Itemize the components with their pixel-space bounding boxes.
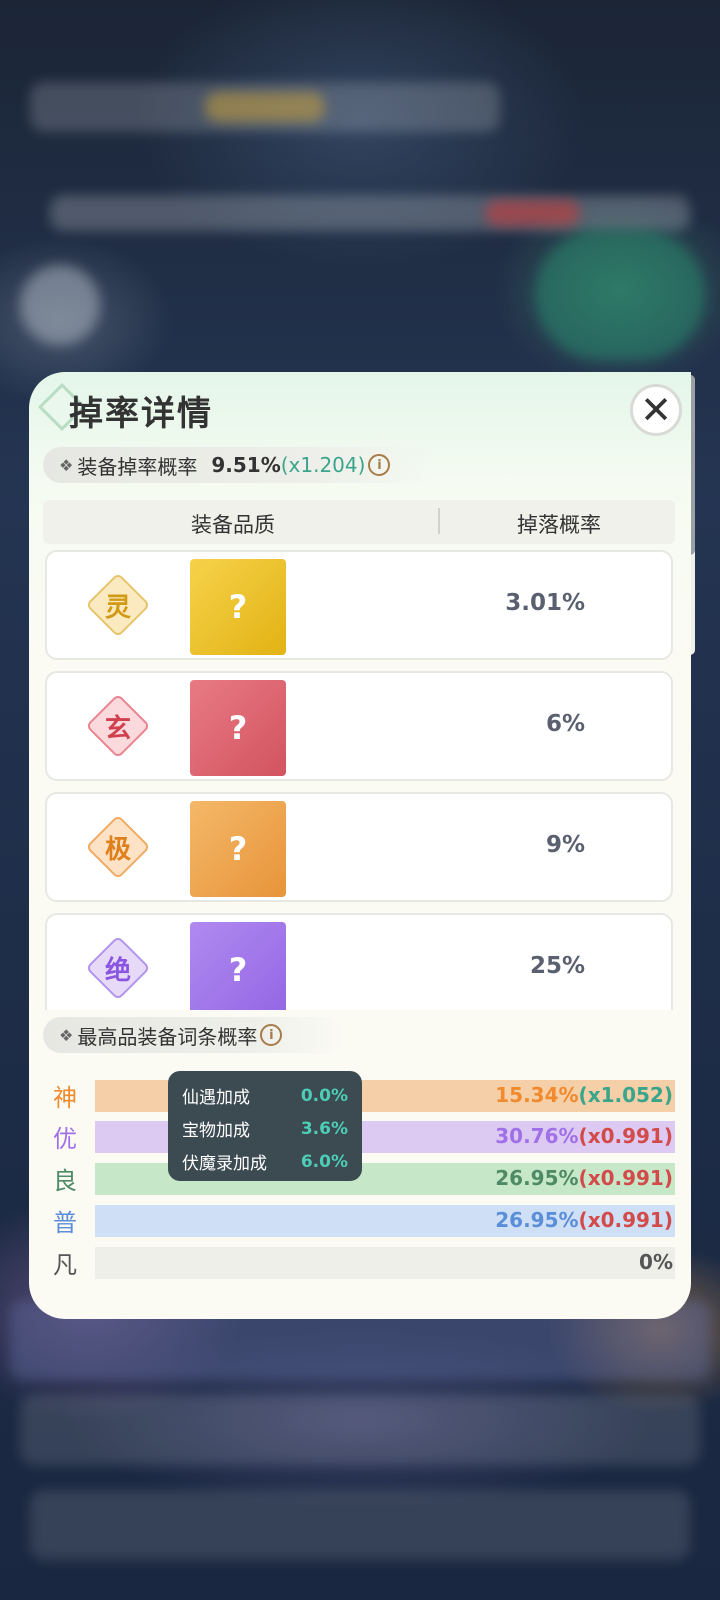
equip-drop-rate: 9.51% bbox=[211, 453, 281, 477]
drop-rate: 6% bbox=[545, 711, 585, 737]
grade-label: 普 bbox=[53, 1209, 77, 1237]
affix-bar-row: 良 26.95%(x0.991) bbox=[53, 1161, 675, 1195]
equip-drop-header: ❖ 装备掉率概率 9.51% (x1.204) i bbox=[43, 447, 433, 483]
bonus-tooltip: 仙遇加成 0.0% 宝物加成 3.6% 伏魔录加成 6.0% bbox=[168, 1071, 362, 1181]
quest-tag-blurred bbox=[485, 200, 580, 226]
list-item: 玄 ? 6% bbox=[45, 671, 673, 781]
tooltip-value: 3.6% bbox=[300, 1118, 348, 1139]
equip-drop-multiplier: (x1.204) bbox=[280, 453, 366, 477]
affix-bar: 26.95%(x0.991) bbox=[95, 1205, 675, 1237]
quality-label: 玄 bbox=[104, 713, 131, 744]
affix-bar: 0% bbox=[95, 1247, 675, 1279]
equipment-icon[interactable]: ? bbox=[190, 922, 286, 1010]
tooltip-label: 宝物加成 bbox=[182, 1121, 250, 1141]
affix-percent: 30.76% bbox=[495, 1124, 579, 1148]
quality-list[interactable]: 灵 ? 3.01% 玄 ? 6% 极 ? 9% 绝 ? 25% bbox=[43, 550, 675, 1010]
currency-blurred bbox=[205, 92, 325, 122]
col-divider bbox=[438, 508, 440, 534]
grade-label: 优 bbox=[53, 1125, 77, 1153]
tooltip-label: 伏魔录加成 bbox=[182, 1154, 267, 1174]
grade-label: 良 bbox=[53, 1167, 77, 1195]
affix-bar-row: 普 26.95%(x0.991) bbox=[53, 1203, 675, 1237]
sparkle-icon: ❖ bbox=[59, 1025, 74, 1045]
chat-blurred bbox=[20, 1395, 700, 1465]
grade-label: 神 bbox=[53, 1084, 77, 1112]
equipment-icon[interactable]: ? bbox=[190, 801, 286, 897]
table-header: 装备品质 掉落概率 bbox=[43, 500, 675, 544]
quality-label: 绝 bbox=[104, 955, 131, 986]
close-button[interactable]: ✕ bbox=[630, 384, 682, 436]
affix-percent: 15.34% bbox=[495, 1083, 579, 1107]
affix-bar-row: 优 30.76%(x0.991) bbox=[53, 1119, 675, 1153]
affix-value: 26.95%(x0.991) bbox=[495, 1166, 673, 1190]
affix-percent: 26.95% bbox=[495, 1166, 579, 1190]
col-rate: 掉落概率 bbox=[517, 513, 601, 537]
tooltip-label: 仙遇加成 bbox=[182, 1088, 250, 1108]
equipment-icon[interactable]: ? bbox=[190, 559, 286, 655]
tooltip-line: 仙遇加成 0.0% bbox=[182, 1079, 348, 1112]
tooltip-line: 伏魔录加成 6.0% bbox=[182, 1145, 348, 1178]
affix-percent: 0% bbox=[639, 1250, 673, 1274]
tooltip-line: 宝物加成 3.6% bbox=[182, 1112, 348, 1145]
tooltip-value: 0.0% bbox=[300, 1085, 348, 1106]
close-icon: ✕ bbox=[640, 388, 672, 432]
affix-multiplier: (x0.991) bbox=[578, 1208, 673, 1232]
affix-value: 26.95%(x0.991) bbox=[495, 1208, 673, 1232]
sparkle-icon: ❖ bbox=[59, 455, 74, 475]
equipment-icon[interactable]: ? bbox=[190, 680, 286, 776]
drop-rate: 9% bbox=[545, 832, 585, 858]
affix-multiplier: (x1.052) bbox=[578, 1083, 673, 1107]
bottom-nav-blurred bbox=[30, 1490, 690, 1560]
quest-bar-blurred bbox=[50, 195, 690, 231]
info-icon[interactable]: i bbox=[368, 454, 391, 476]
affix-percent: 26.95% bbox=[495, 1208, 579, 1232]
affix-multiplier: (x0.991) bbox=[578, 1124, 673, 1148]
list-item: 灵 ? 3.01% bbox=[45, 550, 673, 660]
affix-bar-row: 凡 0% bbox=[53, 1245, 675, 1279]
drop-rate: 25% bbox=[529, 953, 585, 979]
affix-value: 0% bbox=[639, 1250, 673, 1274]
drop-rate: 3.01% bbox=[505, 590, 585, 616]
col-quality: 装备品质 bbox=[191, 513, 275, 537]
panel-title: 掉率详情 bbox=[69, 394, 213, 434]
affix-multiplier: (x0.991) bbox=[578, 1166, 673, 1190]
minimap-blurred bbox=[535, 230, 705, 360]
drop-rate-panel: 掉率详情 ✕ ❖ 装备掉率概率 9.51% (x1.204) i 装备品质 掉落… bbox=[29, 372, 691, 1319]
affix-header: ❖ 最高品装备词条概率 i bbox=[43, 1017, 343, 1053]
list-item: 极 ? 9% bbox=[45, 792, 673, 902]
grade-label: 凡 bbox=[53, 1251, 77, 1279]
affix-bar-row: 神 15.34%(x1.052) bbox=[53, 1078, 675, 1112]
list-item: 绝 ? 25% bbox=[45, 913, 673, 1010]
tooltip-value: 6.0% bbox=[300, 1151, 348, 1172]
affix-value: 15.34%(x1.052) bbox=[495, 1083, 673, 1107]
avatar-blurred bbox=[20, 265, 100, 345]
affix-label: 最高品装备词条概率 bbox=[77, 1024, 258, 1049]
equip-drop-label: 装备掉率概率 bbox=[77, 454, 198, 479]
quality-label: 灵 bbox=[104, 592, 131, 623]
info-icon[interactable]: i bbox=[260, 1024, 283, 1046]
affix-value: 30.76%(x0.991) bbox=[495, 1124, 673, 1148]
quality-label: 极 bbox=[104, 834, 131, 865]
